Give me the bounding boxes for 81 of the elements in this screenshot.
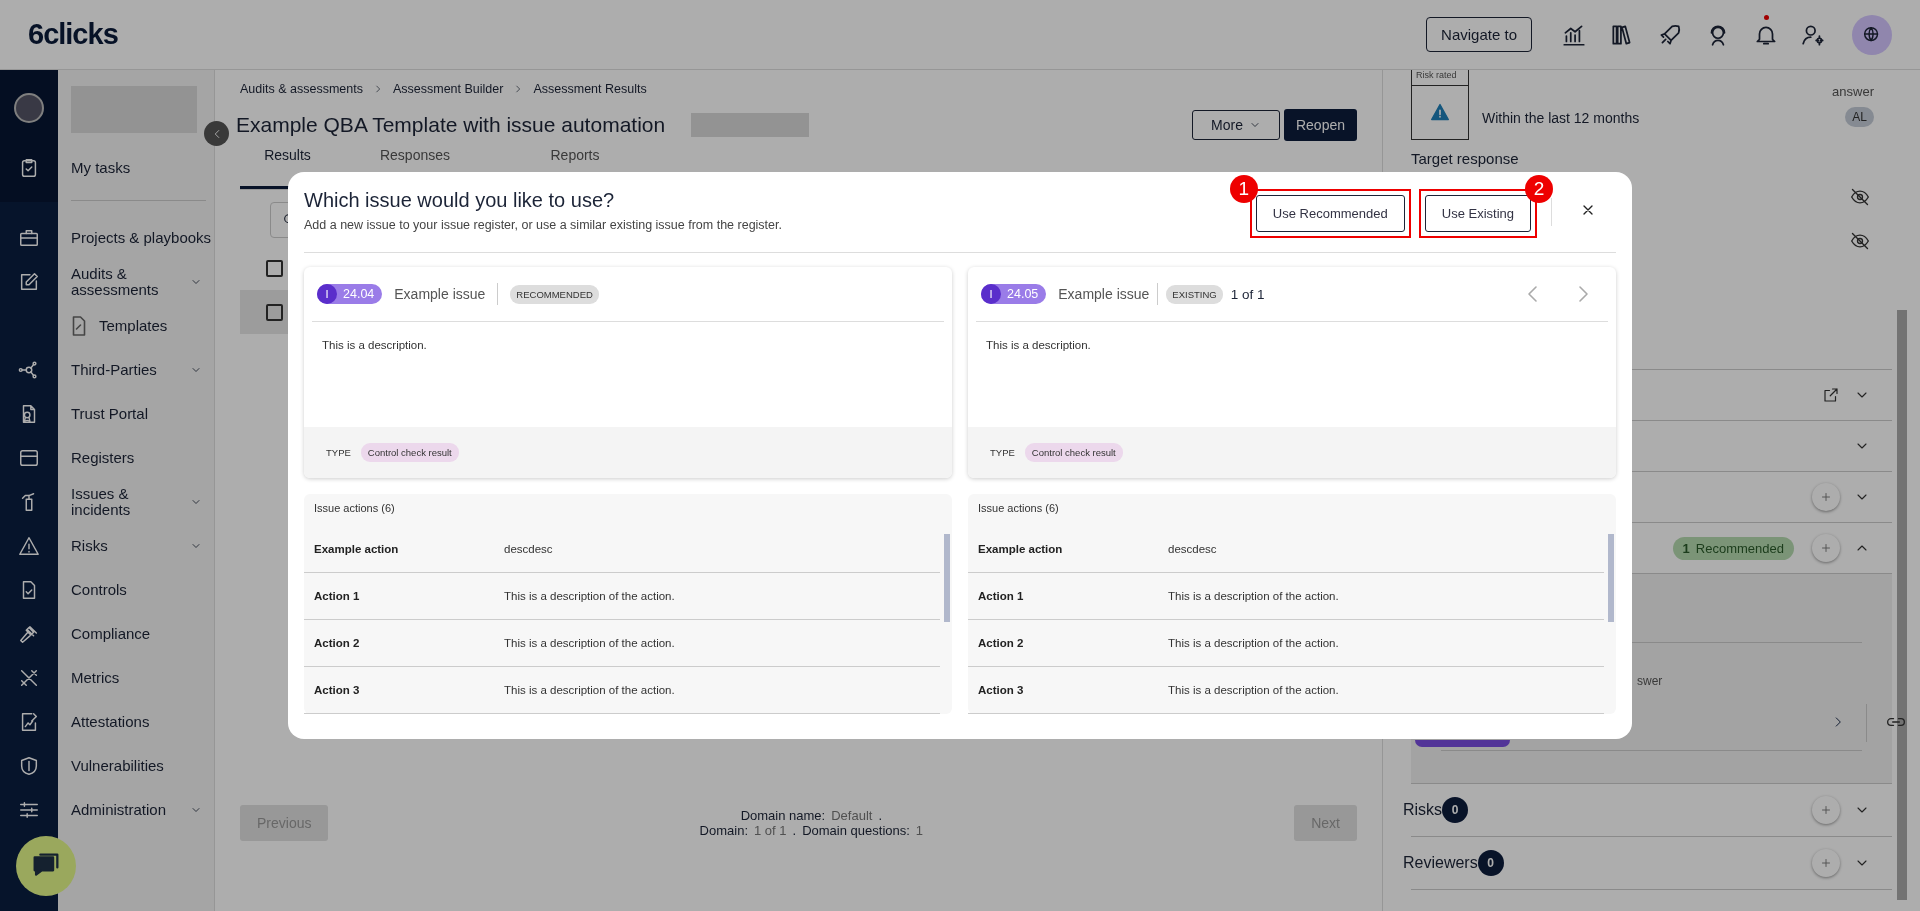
logo: 6clicks	[28, 18, 118, 51]
use-button[interactable]: Use Existing	[1424, 195, 1531, 232]
nav-item[interactable]: Issues & incidents	[58, 486, 190, 518]
nav-item[interactable]: Trust Portal	[58, 406, 214, 422]
action-name: Action 2	[978, 636, 1025, 649]
nav-item[interactable]: Projects & playbooks	[58, 230, 214, 246]
frequency-text: Within the last 12 months	[1482, 110, 1641, 126]
action-name: Action 3	[314, 683, 361, 696]
separator-dot: .	[792, 823, 797, 838]
action-name: Action 3	[978, 683, 1025, 696]
action-name: Action 1	[314, 589, 361, 602]
separator-dot: .	[878, 808, 882, 823]
status-tag: EXISTING	[1166, 284, 1223, 304]
questions-label: Domain questions:	[802, 823, 910, 838]
breadcrumb-link[interactable]: Assessment Results	[533, 82, 647, 96]
domain-name-label: Domain name:	[740, 808, 826, 823]
page-title: Example QBA Template with issue automation	[236, 113, 666, 137]
nav-item[interactable]: Registers	[58, 450, 214, 466]
action-description: This is a description of the action.	[1168, 683, 1339, 696]
type-label: TYPE	[990, 447, 1015, 458]
nav-item[interactable]: My tasks	[58, 160, 214, 176]
nav-item[interactable]: Controls	[58, 582, 214, 598]
action-name: Example action	[314, 542, 400, 555]
action-description: descdesc	[504, 542, 553, 555]
dialog-subtitle: Add a new issue to your issue register, or use a similar existing issue from the register.	[304, 218, 783, 232]
issue-id-badge: I 24.05	[981, 284, 1047, 304]
status-tag: RECOMMENDED	[510, 284, 599, 304]
nav-item[interactable]: Templates	[87, 318, 214, 334]
domain-value: 1 of 1	[754, 823, 787, 838]
domain-name-value: Default	[831, 808, 873, 823]
action-description: This is a description of the action.	[1168, 636, 1339, 649]
action-description: This is a description of the action.	[504, 636, 675, 649]
count-badge: 0	[1477, 850, 1504, 876]
nav-item[interactable]: Compliance	[58, 626, 214, 642]
issue-description: This is a description.	[321, 338, 428, 353]
type-tag: Control check result	[1024, 443, 1123, 462]
action-description: descdesc	[1168, 542, 1217, 555]
count-badge: 0	[1442, 797, 1469, 823]
nav-item[interactable]: Vulnerabilities	[58, 758, 214, 774]
navigate-button[interactable]: Navigate to	[1426, 17, 1532, 52]
callout-number: 1	[1229, 175, 1258, 203]
more-button[interactable]: More	[1192, 110, 1280, 140]
issue-description: This is a description.	[985, 338, 1092, 353]
nav-item[interactable]: Third-Parties	[58, 362, 190, 378]
assignee-badge: AL	[1845, 107, 1874, 127]
tab[interactable]: Reports	[495, 144, 655, 189]
section-label: Risks	[1403, 801, 1443, 819]
recommended-badge: 1 Recommended	[1672, 536, 1794, 560]
issue-title: Example issue	[394, 286, 486, 302]
nav-item[interactable]: Administration	[58, 802, 190, 818]
type-label: TYPE	[326, 447, 351, 458]
issue-title: Example issue	[1058, 286, 1150, 302]
action-name: Action 2	[314, 636, 361, 649]
issue-id-badge: I 24.04	[317, 284, 383, 304]
panel-title: Issue actions (6)	[977, 501, 1060, 516]
nav-item[interactable]: Audits & assessments	[58, 266, 190, 298]
domain-label: Domain:	[699, 823, 748, 838]
panel-title: Issue actions (6)	[313, 501, 396, 516]
action-description: This is a description of the action.	[504, 589, 675, 602]
table-header: Risk rated	[1412, 70, 1468, 86]
reopen-button[interactable]: Reopen	[1283, 109, 1357, 141]
field-label: swer	[1637, 674, 1663, 688]
action-description: This is a description of the action.	[1168, 589, 1339, 602]
action-name: Action 1	[978, 589, 1025, 602]
action-description: This is a description of the action.	[504, 683, 675, 696]
nav-item[interactable]: Metrics	[58, 670, 214, 686]
section-label: Target response	[1411, 150, 1519, 168]
nav-item[interactable]: Attestations	[58, 714, 214, 730]
use-button[interactable]: Use Recommended	[1255, 195, 1405, 232]
callout-number: 2	[1525, 175, 1553, 203]
dialog-title: Which issue would you like to use?	[304, 189, 616, 212]
nav-item[interactable]: Risks	[58, 538, 190, 554]
issue-counter: 1 of 1	[1230, 286, 1265, 302]
answer-label: answer	[1832, 84, 1874, 99]
breadcrumb-link[interactable]: Assessment Builder	[392, 82, 504, 96]
tab[interactable]: Responses	[335, 144, 495, 189]
breadcrumb-link[interactable]: Audits & assessments	[240, 82, 363, 96]
questions-value: 1	[915, 823, 924, 838]
section-label: Reviewers	[1403, 854, 1478, 872]
type-tag: Control check result	[360, 443, 459, 462]
action-name: Example action	[978, 542, 1064, 555]
